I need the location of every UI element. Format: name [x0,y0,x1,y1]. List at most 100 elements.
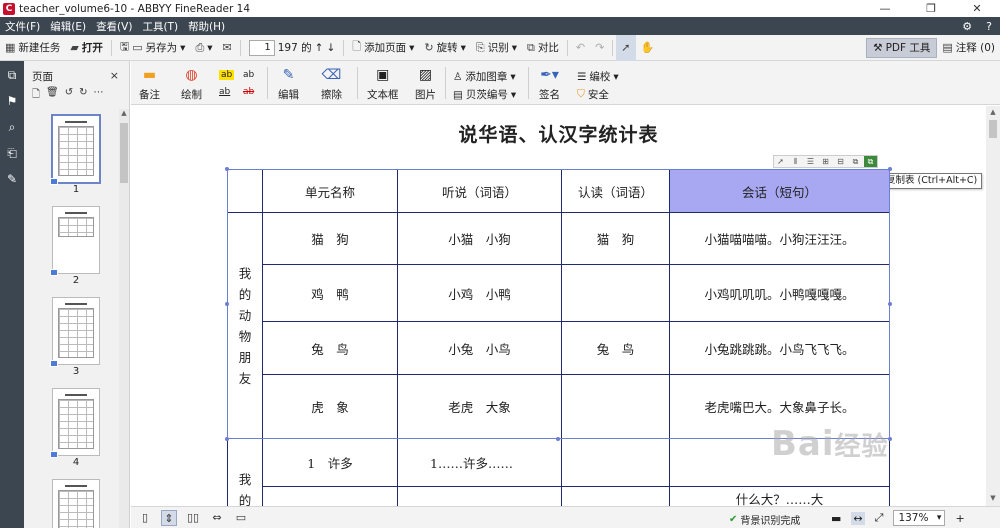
table-cell[interactable]: 虎 象 [262,374,398,439]
table-cell[interactable]: 猫 狗 [262,212,398,265]
redo-button[interactable]: ↷ [590,35,609,61]
rotate-left-icon[interactable]: ↺ [65,87,73,104]
document-view[interactable]: 说华语、认汉字统计表 ➚ ⫴ ☰ ⊞ ⊟ ⧉ ⧉ 复制表 (Ctrl+Alt+C… [131,106,986,506]
table-header-cell[interactable]: 听说（词语） [397,169,562,213]
cursor-arrow-icon[interactable]: ➚ [774,156,787,167]
attachment-icon[interactable]: ⎗ [4,145,20,161]
table-cell[interactable]: 小兔跳跳跳。小鸟飞飞飞。 [669,321,890,375]
search-icon[interactable]: ⌕ [4,119,20,135]
new-page-icon[interactable]: 🗋 [32,87,40,104]
bates-button[interactable]: ▤ 贝茨编号 ▾ [453,87,516,102]
table-cell[interactable]: 老虎 大象 [397,374,562,439]
pages-panel-scrollbar[interactable]: ▲ [119,109,129,528]
minimize-button[interactable]: — [862,0,908,17]
rotate-button[interactable]: ↻ 旋转 ▾ [419,35,471,61]
menu-view[interactable]: 查看(V) [91,19,137,34]
category-cell[interactable]: 我 的 动 物 朋 友 [227,212,263,439]
table-cell[interactable]: 鸡 鸭 [262,264,398,322]
close-panel-icon[interactable]: × [110,69,119,82]
select-tool-button[interactable]: ➚ [616,34,636,61]
page-thumbnail-1[interactable] [50,114,101,185]
arrow-up-icon[interactable]: ↑ [315,42,324,54]
draw-button[interactable]: ◍ 绘制 [181,67,202,102]
table-cell[interactable] [561,374,670,439]
annotations-button[interactable]: ▤ 注释 (0) [937,35,1000,61]
split-icon[interactable]: ⊟ [834,156,847,167]
erase-button[interactable]: ⌫ 擦除 [321,67,342,102]
recognize-button[interactable]: ⎘ 识别 ▾ [471,35,522,61]
table-header-cell[interactable]: 认读（词语） [561,169,670,213]
menu-help[interactable]: 帮助(H) [183,19,230,34]
scroll-up-icon[interactable]: ▲ [119,109,129,119]
underline-button[interactable]: ab [219,87,230,97]
highlight-button[interactable]: ab [219,70,235,80]
delete-page-icon[interactable]: 🗑 [46,87,59,104]
table-cell[interactable]: 兔 鸟 [561,321,670,375]
table-cell[interactable]: 兔 鸟 [262,321,398,375]
scrollbar-thumb[interactable] [989,120,997,138]
fit-page-icon[interactable]: ⤢ [875,511,884,525]
signature-icon[interactable]: ✎ [4,171,20,187]
copy-icon[interactable]: ⧉ [849,156,862,167]
table-header-cell[interactable]: 单元名称 [262,169,398,213]
scroll-down-icon[interactable]: ▼ [986,494,1000,504]
column-icon[interactable]: ⫴ [789,156,802,167]
table-cell[interactable]: 小猫喵喵喵。小狗汪汪汪。 [669,212,890,265]
table-cell[interactable]: 1 许多 [262,438,398,487]
row-icon[interactable]: ☰ [804,156,817,167]
document-scrollbar[interactable]: ▲ ▼ [986,106,1000,506]
table-cell[interactable] [397,486,562,506]
resize-handle[interactable] [556,437,560,441]
scrollbar-thumb[interactable] [120,123,128,183]
redact-button[interactable]: ☰ 编校 ▾ [577,69,619,84]
arrow-down-icon[interactable]: ↓ [326,42,335,54]
resize-handle[interactable] [888,302,892,306]
undo-button[interactable]: ↶ [571,35,590,61]
compare-button[interactable]: ⧉ 对比 [522,35,564,61]
page-thumbnail-2[interactable] [50,206,100,276]
rotate-right-icon[interactable]: ↻ [79,87,87,104]
close-window-button[interactable]: ✕ [954,0,1000,17]
zoom-out-icon[interactable]: ▬ [831,512,841,525]
add-page-button[interactable]: 🗋 添加页面 ▾ [347,35,419,61]
save-as-button[interactable]: 🖫 ▭ 另存为 ▾ [115,35,191,61]
pages-panel-icon[interactable]: ⧉ [4,67,20,83]
table-header-cell-selected[interactable]: 会话（短句） [669,169,890,213]
textbox-button[interactable]: ▣ 文本框 [367,67,399,102]
email-button[interactable]: ✉ [218,35,237,61]
print-button[interactable]: ⎙ ▾ [190,35,217,61]
fit-width-icon[interactable]: ↔ [851,511,865,525]
two-page-view-icon[interactable]: ▯▯ [185,510,201,526]
maximize-button[interactable]: ❐ [908,0,954,17]
fit-width-view-icon[interactable]: ⇔ [209,510,225,526]
table-cell[interactable]: 小鸡 小鸭 [397,264,562,322]
table-cell[interactable] [561,438,670,487]
strikethrough-button[interactable]: ab [243,87,254,97]
security-button[interactable]: ⛉ 安全 [577,87,609,102]
edit-button[interactable]: ✎ 编辑 [278,67,299,102]
zoom-level-select[interactable]: 137% [893,510,946,526]
pdf-tools-button[interactable]: ⚒ PDF 工具 [866,37,938,58]
table-cell[interactable] [561,264,670,322]
table-cell[interactable] [227,169,263,213]
table-cell[interactable]: 什么大？……大 [669,486,890,506]
table-cell[interactable]: 猫 狗 [561,212,670,265]
menu-tools[interactable]: 工具(T) [137,19,183,34]
page-thumbnail-3[interactable] [50,297,100,367]
table-cell[interactable]: 1……许多…… [397,438,562,487]
page-thumbnail-5[interactable] [52,479,100,528]
scroll-up-icon[interactable]: ▲ [986,108,1000,118]
fit-height-view-icon[interactable]: ⇕ [161,510,177,526]
note-button[interactable]: ▬ 备注 [139,67,160,102]
text-mark-button[interactable]: ab [243,70,254,80]
open-button[interactable]: ▰ 打开 [65,35,107,61]
new-task-button[interactable]: ▦ 新建任务 [0,35,65,61]
add-shape-button[interactable]: ♙ 添加图章 ▾ [453,69,516,84]
page-thumbnail-4[interactable] [50,388,100,458]
settings-gear-icon[interactable]: ⚙ [962,20,972,33]
page-number-input[interactable]: 1 [248,39,275,56]
help-question-icon[interactable]: ? [986,20,992,33]
presentation-view-icon[interactable]: ▭ [233,510,249,526]
category-cell[interactable]: 我 的 [227,438,263,506]
resize-handle[interactable] [225,167,229,171]
